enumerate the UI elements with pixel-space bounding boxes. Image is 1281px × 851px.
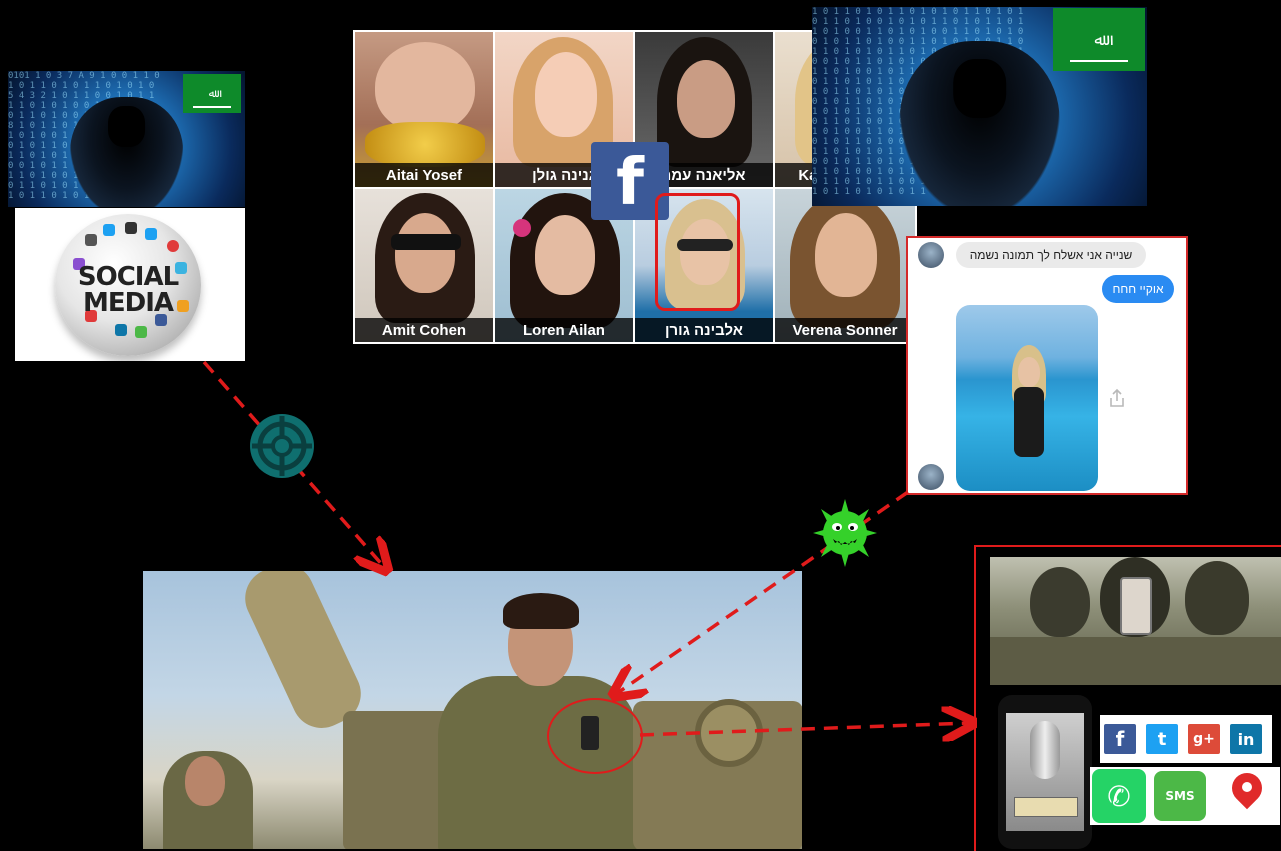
profile-name: Amit Cohen bbox=[355, 318, 493, 342]
social-share-row: f t g+ in bbox=[1100, 715, 1272, 763]
exfiltration-panel: f t g+ in ✆ SMS bbox=[974, 545, 1281, 851]
social-media-globe: SOCIAL MEDIA bbox=[55, 214, 201, 356]
flowers bbox=[365, 122, 485, 167]
hooded-figure-face bbox=[107, 106, 146, 148]
globe-icon-4 bbox=[145, 228, 157, 240]
flag-script: ﷲ bbox=[208, 87, 216, 100]
twitter-icon[interactable]: t bbox=[1146, 724, 1178, 754]
profile-face bbox=[395, 213, 455, 293]
profile-name: Loren Ailan bbox=[495, 318, 633, 342]
share-icon[interactable] bbox=[1108, 388, 1126, 408]
flag-icon: ﷲ bbox=[1053, 8, 1145, 71]
profile-card: Amit Cohen bbox=[355, 189, 493, 342]
iphone-recorder bbox=[998, 695, 1092, 849]
profile-card: Aitai Yosef bbox=[355, 32, 493, 187]
chat-conversation-panel: שנייה אני אשלח לך תמונה נשמה אוקיי חחח bbox=[906, 236, 1188, 495]
hair-flower bbox=[513, 219, 531, 237]
globe-icon-2 bbox=[103, 224, 115, 236]
second-soldier-head bbox=[185, 756, 225, 806]
globe-text-media: MEDIA bbox=[82, 288, 174, 318]
soldier-head bbox=[1030, 567, 1090, 637]
profile-name: Aitai Yosef bbox=[355, 163, 493, 187]
soldier-hair bbox=[503, 593, 579, 629]
target-profile-highlight bbox=[655, 193, 740, 311]
photo-person-face bbox=[1018, 357, 1040, 387]
facebook-glyph: f bbox=[1115, 727, 1125, 751]
globe-icon-10 bbox=[135, 326, 147, 338]
sent-photo bbox=[956, 305, 1098, 491]
profile-face bbox=[815, 213, 877, 297]
globe-icon-9 bbox=[115, 324, 127, 336]
wheel bbox=[695, 699, 763, 767]
globe-icon-1 bbox=[85, 234, 97, 246]
outgoing-message-bubble: אוקיי חחח bbox=[1102, 275, 1174, 303]
profile-name: Verena Sonner bbox=[775, 318, 915, 342]
social-media-panel: SOCIAL MEDIA bbox=[15, 208, 245, 361]
globe-icon-3 bbox=[125, 222, 137, 234]
profile-face bbox=[375, 42, 475, 132]
sunglasses bbox=[391, 234, 461, 250]
virus-icon bbox=[811, 497, 879, 569]
hooded-figure-face bbox=[952, 58, 1007, 119]
linkedin-glyph: in bbox=[1237, 729, 1255, 749]
raised-phone bbox=[1120, 577, 1152, 635]
location-pin-dot bbox=[1242, 782, 1252, 792]
sms-glyph: SMS bbox=[1165, 789, 1195, 803]
hacker-image-right: 1 0 1 1 0 1 0 1 1 0 1 0 1 0 1 1 0 1 0 1 … bbox=[812, 7, 1147, 206]
profile-face bbox=[535, 215, 595, 295]
facebook-icon[interactable]: f bbox=[1104, 724, 1136, 754]
profile-face bbox=[535, 52, 597, 137]
photo-person-body bbox=[1014, 387, 1044, 457]
profile-face bbox=[677, 60, 735, 138]
facebook-logo-glyph: f bbox=[616, 146, 644, 220]
whatsapp-icon[interactable]: ✆ bbox=[1092, 769, 1146, 823]
flag-sword bbox=[193, 105, 231, 108]
soldiers-with-phones-photo bbox=[990, 557, 1281, 685]
recorder-meter bbox=[1014, 797, 1078, 817]
sender-avatar bbox=[918, 464, 944, 490]
phone-highlight-circle bbox=[547, 698, 643, 774]
sender-avatar bbox=[918, 242, 944, 268]
whatsapp-glyph: ✆ bbox=[1107, 779, 1131, 813]
soldier-head bbox=[1185, 561, 1249, 635]
globe-icon-5 bbox=[167, 240, 179, 252]
soldier-photo bbox=[143, 571, 802, 849]
incoming-message-bubble: שנייה אני אשלח לך תמונה נשמה bbox=[956, 242, 1146, 268]
twitter-glyph: t bbox=[1157, 728, 1167, 750]
profile-name: אלבינה גורן bbox=[635, 318, 773, 342]
uniforms bbox=[990, 637, 1281, 685]
flag-icon: ﷲ bbox=[183, 74, 241, 113]
microphone-icon bbox=[1030, 721, 1060, 779]
hacker-image-left: 0101 1 0 3 7 A 9 1 0 0 1 1 0 1 0 1 1 0 1… bbox=[8, 71, 245, 207]
linkedin-icon[interactable]: in bbox=[1230, 724, 1262, 754]
google-plus-glyph: g+ bbox=[1193, 731, 1215, 747]
recorder-screen bbox=[1006, 713, 1084, 831]
spy-icon bbox=[247, 412, 317, 480]
flag-script: ﷲ bbox=[1094, 30, 1104, 49]
messaging-apps-row: ✆ SMS bbox=[1090, 766, 1280, 825]
profile-card: Verena Sonner bbox=[775, 189, 915, 342]
sms-icon[interactable]: SMS bbox=[1154, 771, 1206, 821]
google-plus-icon[interactable]: g+ bbox=[1188, 724, 1220, 754]
flag-sword bbox=[1069, 60, 1129, 63]
